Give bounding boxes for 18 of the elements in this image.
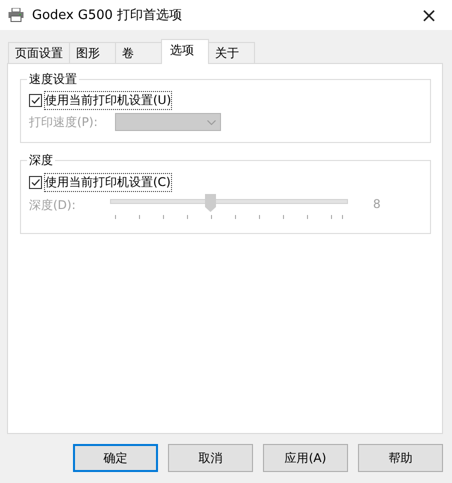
checkbox-label: 使用当前打印机设置(U) [45, 92, 172, 108]
checkbox-label: 使用当前打印机设置(C) [45, 174, 171, 190]
dialog-button[interactable]: 应用(A) [263, 444, 348, 472]
close-button[interactable]: × [406, 0, 452, 30]
speed-label: 打印速度(P): [29, 114, 98, 130]
dialog-button[interactable]: 帮助 [358, 444, 443, 472]
depth-value: 8 [373, 197, 381, 211]
tab[interactable]: 选项 [161, 39, 209, 64]
tab[interactable]: 关于 [208, 42, 255, 63]
chevron-down-icon [206, 120, 216, 124]
depth-label: 深度(D): [29, 197, 77, 214]
checkbox[interactable] [29, 176, 42, 188]
checkbox[interactable] [29, 94, 42, 106]
dialog-button[interactable]: 确定 [73, 444, 158, 472]
printer-icon [8, 8, 24, 22]
window-title: Godex G500 打印首选项 [32, 7, 183, 24]
dialog-button[interactable]: 取消 [168, 444, 253, 472]
tab[interactable]: 页面设置 [8, 42, 70, 63]
